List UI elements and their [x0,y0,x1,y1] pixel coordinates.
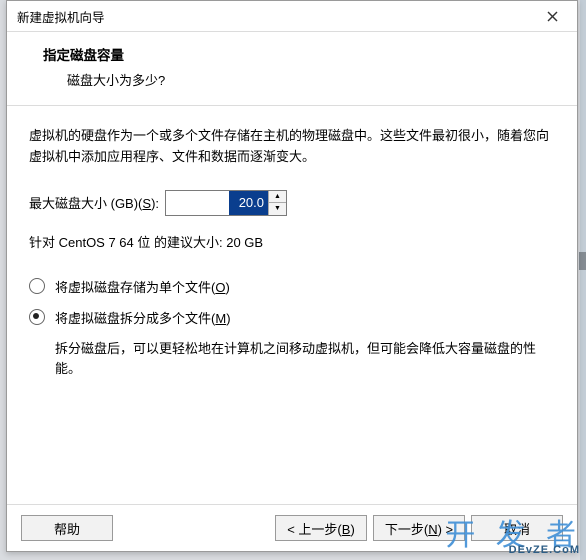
option-split-note: 拆分磁盘后，可以更轻松地在计算机之间移动虚拟机，但可能会降低大容量磁盘的性能。 [55,339,555,381]
help-button[interactable]: 帮助 [21,515,113,541]
radio-icon [29,309,45,325]
option-split-label: 将虚拟磁盘拆分成多个文件(M) [55,308,231,327]
recommended-size-text: 针对 CentOS 7 64 位 的建议大小: 20 GB [29,232,555,251]
titlebar: 新建虚拟机向导 [7,1,577,32]
disk-size-label: 最大磁盘大小 (GB)(S): [29,193,159,212]
radio-icon [29,278,45,294]
cancel-button[interactable]: 取消 [471,515,563,541]
page-title: 指定磁盘容量 [43,44,557,64]
wizard-body: 虚拟机的硬盘作为一个或多个文件存储在主机的物理磁盘中。这些文件最初很小，随着您向… [7,106,577,504]
disk-size-spinner[interactable]: ▲ ▼ [165,190,287,216]
option-single-label: 将虚拟磁盘存储为单个文件(O) [55,277,230,296]
back-button[interactable]: < 上一步(B) [275,515,367,541]
wizard-header: 指定磁盘容量 磁盘大小为多少? [7,32,577,106]
disk-size-row: 最大磁盘大小 (GB)(S): ▲ ▼ [29,190,555,216]
intro-text: 虚拟机的硬盘作为一个或多个文件存储在主机的物理磁盘中。这些文件最初很小，随着您向… [29,126,555,168]
spin-up-button[interactable]: ▲ [269,191,286,204]
wizard-footer: 帮助 < 上一步(B) 下一步(N) > 取消 [7,504,577,551]
wizard-window: 新建虚拟机向导 指定磁盘容量 磁盘大小为多少? 虚拟机的硬盘作为一个或多个文件存… [6,0,578,552]
option-single-file[interactable]: 将虚拟磁盘存储为单个文件(O) [29,277,555,296]
disk-size-input[interactable] [166,191,268,215]
close-icon [547,11,558,22]
next-button[interactable]: 下一步(N) > [373,515,465,541]
spin-down-button[interactable]: ▼ [269,203,286,215]
close-button[interactable] [535,4,569,28]
window-title: 新建虚拟机向导 [17,7,105,26]
page-subtitle: 磁盘大小为多少? [67,70,557,89]
option-split-files[interactable]: 将虚拟磁盘拆分成多个文件(M) [29,308,555,327]
